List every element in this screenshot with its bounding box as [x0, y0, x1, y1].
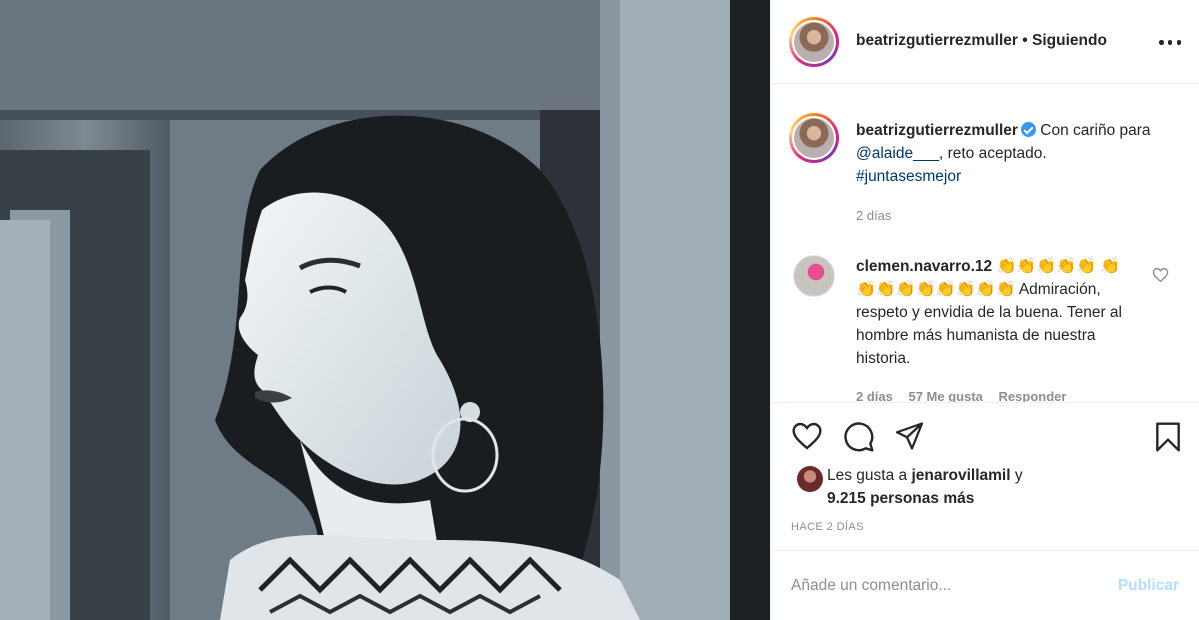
hashtag-link[interactable]: #juntasesmejor — [856, 168, 961, 185]
liker-avatar[interactable] — [797, 466, 823, 492]
likes-others[interactable]: 9.215 personas más — [827, 490, 974, 507]
likes-text: Les gusta a jenarovillamil y 9.215 perso… — [827, 464, 1167, 510]
header-user: beatrizgutierrezmuller • Siguiendo — [856, 32, 1107, 50]
follow-status-button[interactable]: Siguiendo — [1032, 32, 1107, 49]
likes-prefix: Les gusta a — [827, 467, 912, 484]
author-avatar[interactable] — [789, 17, 839, 67]
caption-time: 2 días — [856, 208, 892, 223]
comment-icon[interactable] — [843, 421, 875, 453]
clap-emojis-1: 👏👏👏👏👏 — [996, 258, 1097, 275]
author-username[interactable]: beatrizgutierrezmuller — [856, 32, 1018, 49]
add-comment-bar: Añade un comentario... Publicar — [771, 550, 1199, 620]
caption-body-end: , reto aceptado. — [938, 145, 1047, 162]
commenter-avatar[interactable] — [793, 255, 835, 297]
paper-plane-icon[interactable] — [894, 421, 925, 451]
caption-avatar[interactable] — [789, 113, 839, 163]
commenter-username[interactable]: clemen.navarro.12 — [856, 258, 992, 275]
mention-link[interactable]: @alaide___ — [856, 145, 939, 162]
reply-button[interactable]: Responder — [999, 389, 1067, 402]
separator-dot: • — [1022, 32, 1028, 49]
portrait-image — [0, 0, 770, 620]
publish-button[interactable]: Publicar — [1118, 577, 1179, 595]
action-bar — [771, 404, 1199, 464]
post-sidebar: beatrizgutierrezmuller • Siguiendo beatr… — [770, 0, 1199, 620]
caption-text: beatrizgutierrezmuller Con cariño para @… — [856, 119, 1156, 188]
comment-like-icon[interactable] — [1152, 267, 1169, 283]
post-timestamp[interactable]: HACE 2 DÍAS — [791, 521, 864, 533]
comment-likes[interactable]: 57 Me gusta — [908, 389, 982, 402]
caption-username[interactable]: beatrizgutierrezmuller — [856, 122, 1018, 139]
comment-text: clemen.navarro.12 👏👏👏👏👏 👏👏👏👏👏👏👏👏👏 Admira… — [856, 255, 1128, 370]
likes-suffix: y — [1010, 467, 1023, 484]
liker-username[interactable]: jenarovillamil — [911, 467, 1010, 484]
comment-input[interactable]: Añade un comentario... — [791, 577, 951, 595]
bookmark-icon[interactable] — [1153, 421, 1183, 453]
comment-time: 2 días — [856, 389, 893, 403]
post-header: beatrizgutierrezmuller • Siguiendo — [771, 0, 1199, 84]
more-options-icon[interactable] — [1159, 40, 1181, 46]
caption-body: Con cariño para — [1040, 122, 1151, 139]
post-photo[interactable] — [0, 0, 770, 620]
comment-meta: 2 días 57 Me gusta Responder — [856, 389, 1078, 403]
heart-icon[interactable] — [791, 421, 823, 451]
comments-section[interactable]: beatrizgutierrezmuller Con cariño para @… — [771, 85, 1199, 403]
verified-badge-icon — [1020, 122, 1036, 137]
